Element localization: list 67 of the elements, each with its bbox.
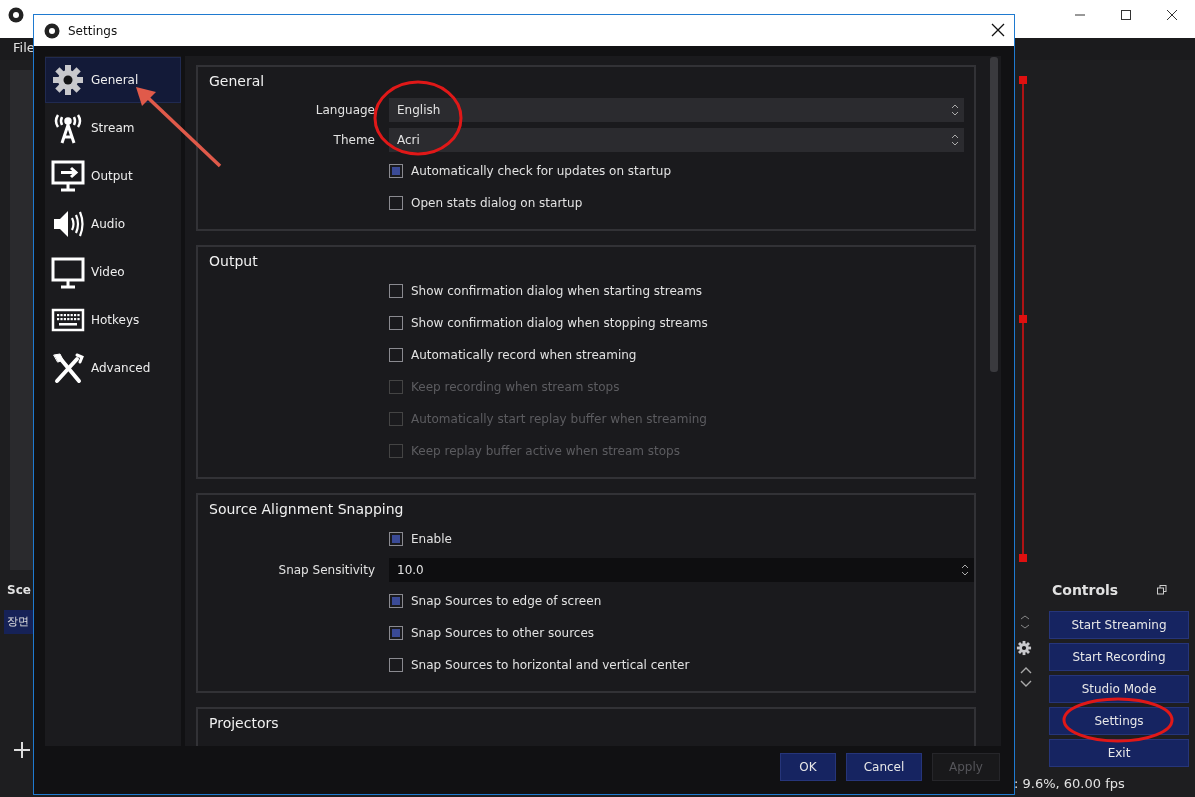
control-button[interactable]: Exit [1049,739,1189,767]
dialog-title: Settings [68,23,118,38]
menu-item[interactable]: File [13,40,35,55]
checkbox[interactable] [389,284,403,298]
checkbox-label: Automatically start replay buffer when streaming [411,412,707,426]
dock-title: Controls [1052,582,1119,598]
checkbox[interactable] [389,316,403,330]
checkbox-label: Show confirmation dialog when starting streams [411,284,703,298]
checkbox[interactable] [389,196,403,210]
float-icon[interactable] [1157,585,1167,595]
checkbox[interactable] [389,348,403,362]
control-button[interactable]: Start Streaming [1049,611,1189,639]
scrollbar-thumb[interactable] [990,57,998,372]
sidebar-item[interactable]: Stream [45,105,181,151]
dock-title: Sce [7,583,31,597]
sidebar-item[interactable]: General [45,57,181,103]
status-text: : 9.6%, 60.00 fps [1014,776,1125,791]
sidebar-item[interactable]: Output [45,153,181,199]
sidebar-item[interactable]: Hotkeys [45,297,181,343]
checkbox-label: Keep replay buffer active when stream stops [411,444,680,458]
spin-arrows-icon[interactable] [1019,665,1033,689]
checkbox-label: Snap Sources to other sources [411,626,595,640]
control-button[interactable]: Studio Mode [1049,675,1189,703]
monitor-icon [51,255,85,289]
gear-icon [51,63,85,97]
checkbox-label: Keep recording when stream stops [411,380,620,394]
checkbox[interactable] [389,532,403,546]
tools-icon [51,351,85,385]
app-logo-icon [44,22,60,39]
checkbox-label: Open stats dialog on startup [411,196,583,210]
group-title: General [209,73,266,89]
sidebar-item[interactable]: Audio [45,201,181,247]
dropdown[interactable]: Acri [389,128,964,152]
spin-arrows-icon[interactable] [950,102,960,118]
spin-arrows-icon[interactable] [960,562,970,578]
group-title: Projectors [209,715,280,731]
checkbox-label: Snap Sources to edge of screen [411,594,602,608]
monitor-arrow-icon [51,159,85,193]
group-title: Source Alignment Snapping [209,501,405,517]
checkbox-label: Automatically check for updates on startup [411,164,672,178]
checkbox[interactable] [389,626,403,640]
bounding-box-handles[interactable] [1018,76,1028,562]
control-button[interactable]: Start Recording [1049,643,1189,671]
checkbox[interactable] [389,658,403,672]
group-title: Output [209,253,259,269]
sidebar-item[interactable]: Advanced [45,345,181,391]
dialog-button[interactable]: Cancel [846,753,922,781]
control-button[interactable]: Settings [1049,707,1189,735]
field-label: Language [314,103,375,117]
add-icon[interactable] [12,740,32,760]
dialog-button[interactable]: OK [780,753,836,781]
app-logo-icon [8,7,24,23]
number-field[interactable]: 10.0 [389,558,974,582]
checkbox[interactable] [389,164,403,178]
checkbox-label: Show confirmation dialog when stopping streams [411,316,708,330]
sidebar-item[interactable]: Video [45,249,181,295]
checkbox-label: Automatically record when streaming [411,348,637,362]
scene-item[interactable]: 장면 [4,610,33,634]
spin-arrows-icon[interactable] [950,132,960,148]
close-icon[interactable] [990,22,1006,38]
field-label: Snap Sensitivity [277,563,375,577]
gear-icon[interactable] [1016,640,1032,656]
dropdown[interactable]: English [389,98,964,122]
checkbox-label: Enable [411,532,452,546]
field-label: Theme [332,133,375,147]
checkbox[interactable] [389,594,403,608]
checkbox-label: Snap Sources to horizontal and vertical center [411,658,690,672]
